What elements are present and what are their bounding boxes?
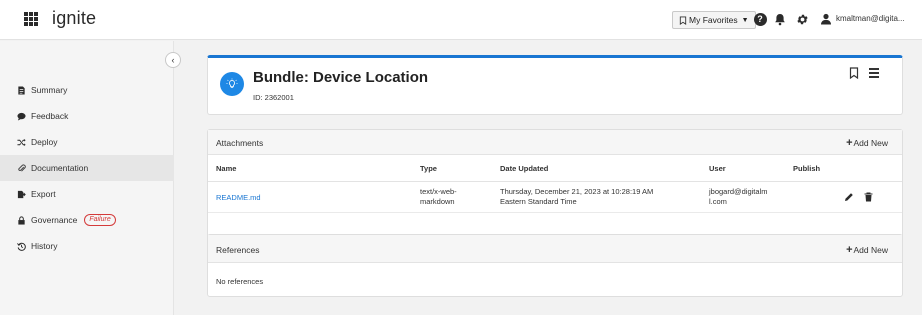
bundle-header: Bundle: Device Location ID: 2362001 (207, 55, 903, 115)
column-header-name[interactable]: Name (216, 164, 236, 173)
app-logo[interactable]: ignite (52, 8, 96, 29)
attachment-name-link[interactable]: README.md (216, 193, 261, 203)
add-attachment-button[interactable]: +Add New (846, 137, 888, 149)
column-header-type[interactable]: Type (420, 164, 437, 173)
top-bar: ignite My Favorites ▼ ? kmaltman@digita.… (0, 0, 922, 40)
attachment-type-line1: text/x-web- (420, 187, 457, 196)
references-title: References (216, 245, 260, 255)
my-favorites-label: My Favorites (689, 15, 738, 25)
plus-icon: + (846, 244, 853, 256)
bell-icon[interactable] (772, 11, 788, 27)
history-icon (16, 241, 26, 251)
bundle-id: ID: 2362001 (253, 93, 294, 102)
main-content: Bundle: Device Location ID: 2362001 Atta… (174, 41, 922, 315)
export-icon (16, 189, 26, 199)
user-email[interactable]: kmaltman@digita... (836, 14, 922, 23)
sidebar-item-history[interactable]: History (0, 233, 174, 259)
table-header: Name Type Date Updated User Publish (208, 155, 902, 182)
plus-icon: + (846, 137, 853, 149)
add-new-label: Add New (853, 138, 889, 148)
status-badge: Failure (84, 214, 116, 226)
attachment-date: Thursday, December 21, 2023 at 10:28:19 … (500, 187, 653, 207)
sidebar-nav: Summary Feedback Deploy Documentation Ex… (0, 77, 174, 259)
bookmark-icon[interactable] (849, 67, 859, 79)
attachment-user: jbogard@digitalm l.com (709, 187, 767, 207)
sidebar-item-label: Summary (31, 85, 68, 95)
references-empty-text: No references (216, 277, 264, 286)
sidebar-item-label: Feedback (31, 111, 69, 121)
attachment-type: text/x-web- markdown (420, 187, 457, 207)
sidebar-item-label: Export (31, 189, 56, 199)
sidebar-item-documentation[interactable]: Documentation (0, 155, 174, 181)
sidebar-item-feedback[interactable]: Feedback (0, 103, 174, 129)
user-icon[interactable] (818, 11, 834, 27)
sidebar-item-governance[interactable]: Governance Failure (0, 207, 174, 233)
attachments-header: Attachments +Add New (208, 130, 902, 155)
references-header: References +Add New (208, 235, 902, 263)
shuffle-icon (16, 137, 26, 147)
help-icon[interactable]: ? (752, 11, 768, 27)
attachment-type-line2: markdown (420, 197, 455, 206)
app-grid-icon[interactable] (24, 12, 38, 26)
add-new-label: Add New (853, 245, 889, 255)
chevron-down-icon: ▼ (741, 16, 749, 24)
page-title: Bundle: Device Location (253, 69, 429, 86)
chevron-left-icon: ‹ (171, 55, 175, 65)
sidebar-item-deploy[interactable]: Deploy (0, 129, 174, 155)
sidebar-item-label: Documentation (31, 163, 89, 173)
bookmark-icon (679, 15, 687, 25)
sidebar: Summary Feedback Deploy Documentation Ex… (0, 41, 174, 315)
sidebar-item-export[interactable]: Export (0, 181, 174, 207)
my-favorites-button[interactable]: My Favorites ▼ (672, 11, 756, 29)
menu-icon[interactable] (869, 68, 879, 78)
attachment-user-line1: jbogard@digitalm (709, 187, 768, 196)
table-row: README.md text/x-web- markdown Thursday,… (208, 182, 902, 213)
add-reference-button[interactable]: +Add New (846, 244, 888, 256)
column-header-date-updated[interactable]: Date Updated (500, 164, 548, 173)
edit-icon[interactable] (844, 192, 854, 202)
sidebar-item-label: History (31, 241, 58, 251)
sidebar-item-label: Deploy (31, 137, 58, 147)
collapse-sidebar-button[interactable]: ‹ (165, 52, 181, 68)
lock-icon (16, 215, 26, 225)
chat-icon (16, 111, 26, 121)
references-panel: References +Add New No references (207, 234, 903, 297)
sidebar-item-label: Governance (31, 215, 78, 225)
attachment-date-line1: Thursday, December 21, 2023 at 10:28:19 … (500, 187, 654, 196)
attachments-title: Attachments (216, 138, 264, 148)
column-header-publish[interactable]: Publish (793, 164, 820, 173)
attachment-user-line2: l.com (709, 197, 727, 206)
paperclip-icon (16, 163, 26, 173)
column-header-user[interactable]: User (709, 164, 726, 173)
document-icon (16, 85, 26, 95)
gear-icon[interactable] (794, 11, 810, 27)
attachment-date-line2: Eastern Standard Time (500, 197, 577, 206)
trash-icon[interactable] (864, 192, 873, 202)
lightbulb-icon (220, 72, 244, 96)
sidebar-item-summary[interactable]: Summary (0, 77, 174, 103)
